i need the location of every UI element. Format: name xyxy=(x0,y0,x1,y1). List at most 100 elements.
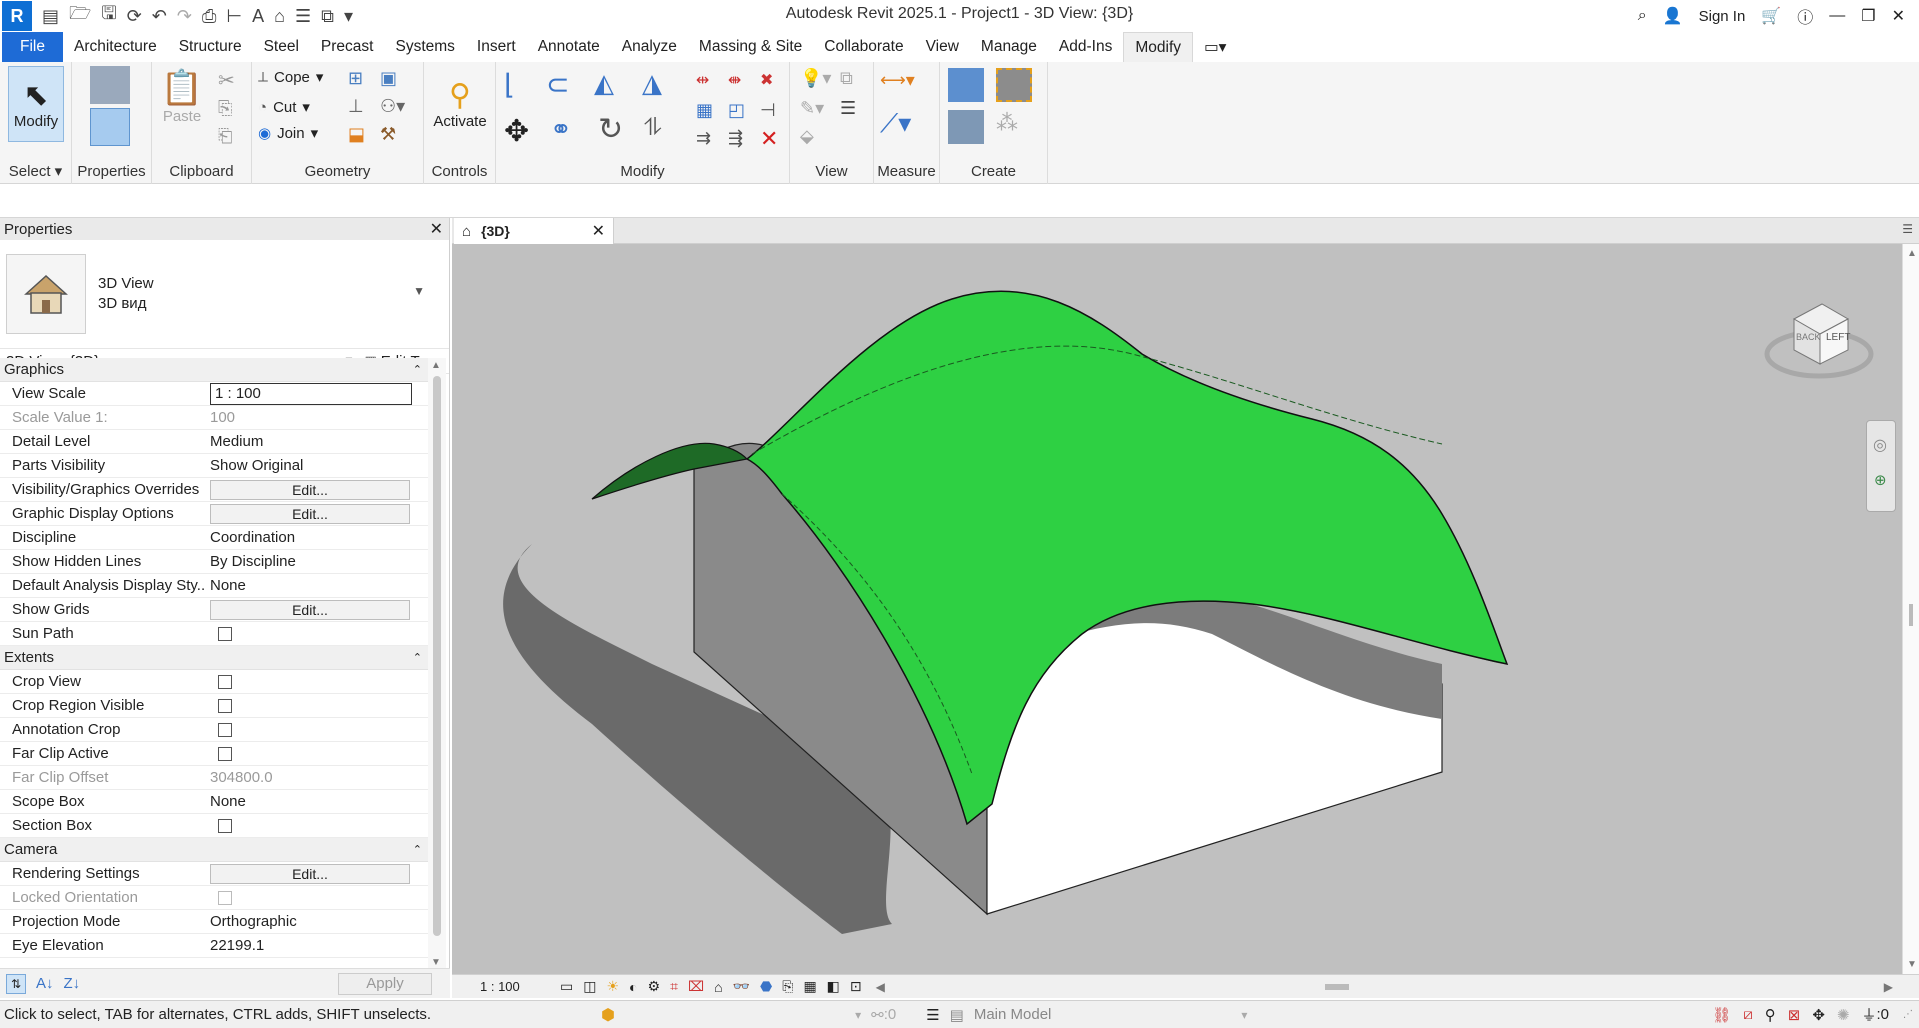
apply-button[interactable]: Apply xyxy=(338,973,432,995)
trim-multiple-icon[interactable]: ⇶ xyxy=(728,128,743,149)
wall-joins-icon[interactable]: ⊥ xyxy=(348,96,364,117)
split-with-gap-icon[interactable]: ⇼ xyxy=(728,70,741,90)
override-graphics-icon[interactable]: 💡▾ xyxy=(800,68,831,89)
tab-list-icon[interactable]: ☰ xyxy=(1902,222,1913,236)
scroll-right-icon[interactable]: ▶ xyxy=(1884,980,1893,994)
property-checkbox[interactable] xyxy=(218,746,232,761)
linework-icon[interactable]: ✎▾ xyxy=(800,98,824,119)
steering-wheel-icon[interactable]: ◎ xyxy=(1873,435,1887,455)
collapse-icon[interactable]: ⌃ xyxy=(413,843,422,856)
modify-button[interactable]: ⬉ Modify xyxy=(8,66,64,142)
properties-icon[interactable] xyxy=(90,108,130,146)
property-value[interactable]: 22199.1 xyxy=(210,937,264,954)
rotate-icon[interactable]: ↻ xyxy=(598,112,623,147)
paint-icon[interactable]: ▣ xyxy=(380,68,397,89)
worksets-icon[interactable]: ⚯ xyxy=(871,1006,884,1024)
design-options-icon[interactable]: ⬢ xyxy=(601,1005,615,1025)
edit-button[interactable]: Edit... xyxy=(210,863,410,884)
mirror-pick-axis-icon[interactable]: ◭ xyxy=(594,68,614,99)
scroll-left-icon[interactable]: ◀ xyxy=(876,980,885,994)
tab-modify[interactable]: Modify xyxy=(1123,32,1193,62)
reveal-hidden-icon[interactable]: ⬣ xyxy=(760,978,772,995)
render-icon[interactable]: ⚙ xyxy=(648,978,661,995)
zoom-icon[interactable]: ⊕ xyxy=(1874,471,1887,489)
property-value[interactable]: By Discipline xyxy=(210,553,296,570)
section-extents[interactable]: Extents ⌃ xyxy=(0,646,428,670)
create-group-icon[interactable]: ⁂ xyxy=(996,110,1018,136)
3d-view-icon[interactable]: ⌂ xyxy=(274,6,285,27)
model-list-icon[interactable]: ☰ xyxy=(926,1006,939,1024)
model-icon[interactable]: ▤ xyxy=(950,1006,964,1024)
collapse-icon[interactable]: ⌃ xyxy=(413,363,422,376)
type-selector[interactable]: 3D View 3D вид ▼ xyxy=(0,240,449,348)
visual-style-icon[interactable]: ◫ xyxy=(583,978,596,995)
create-similar-icon[interactable] xyxy=(996,68,1032,102)
tab-file[interactable]: File xyxy=(2,32,63,62)
drawing-area[interactable]: LEFT BACK ◎ ⊕ xyxy=(452,244,1902,974)
sort-desc-icon[interactable]: Z↓ xyxy=(64,975,81,992)
revit-logo[interactable]: R xyxy=(2,1,32,31)
view-scale-input[interactable]: 1 : 100 xyxy=(210,382,412,405)
tab-insert[interactable]: Insert xyxy=(466,32,527,62)
sync-icon[interactable]: ⟳ xyxy=(127,6,142,27)
trim-single-icon[interactable]: ⇉ xyxy=(696,128,711,149)
create-assembly-icon[interactable] xyxy=(948,68,984,102)
constraints-icon[interactable]: ⊡ xyxy=(850,978,862,995)
create-parts-icon[interactable] xyxy=(948,110,984,144)
tab-massing-site[interactable]: Massing & Site xyxy=(688,32,813,62)
properties-scrollbar[interactable]: ▲ ▼ xyxy=(428,358,446,970)
section-camera[interactable]: Camera ⌃ xyxy=(0,838,428,862)
minimize-icon[interactable]: — xyxy=(1829,7,1845,25)
tab-3d-view[interactable]: ⌂ {3D} ✕ xyxy=(454,218,614,244)
tab-structure[interactable]: Structure xyxy=(168,32,253,62)
property-value[interactable]: Coordination xyxy=(210,529,295,546)
property-checkbox[interactable] xyxy=(218,722,232,737)
select-pinned-icon[interactable]: ⚲ xyxy=(1765,1006,1776,1024)
cut-geometry-button[interactable]: ◔ Cut ▾ xyxy=(258,98,310,117)
paint-view-icon[interactable]: ⬙ xyxy=(800,126,814,147)
select-links-icon[interactable]: ⛓ xyxy=(1712,1006,1731,1024)
crop-view-icon[interactable]: ⌗ xyxy=(670,978,678,995)
property-value[interactable]: None xyxy=(210,793,246,810)
thin-lines-icon[interactable]: ☰ xyxy=(295,6,311,27)
align-icon[interactable]: ⌊ xyxy=(504,68,515,101)
mirror-draw-axis-icon[interactable]: ◮ xyxy=(642,68,662,99)
tab-architecture[interactable]: Architecture xyxy=(63,32,168,62)
select-underlay-icon[interactable]: ⧄ xyxy=(1743,1006,1753,1023)
property-value[interactable]: Show Original xyxy=(210,457,303,474)
print-icon[interactable]: ⎙ xyxy=(202,6,216,27)
sign-in-link[interactable]: Sign In xyxy=(1699,8,1746,25)
search-icon[interactable]: ⌕ xyxy=(1638,7,1647,25)
tab-steel[interactable]: Steel xyxy=(253,32,310,62)
copy-icon[interactable]: ⎘ xyxy=(218,98,232,119)
property-checkbox[interactable] xyxy=(218,674,232,689)
paste-button[interactable]: 📋 Paste xyxy=(160,68,204,138)
tab-systems[interactable]: Systems xyxy=(384,32,465,62)
cut-icon[interactable]: ✂ xyxy=(218,68,235,93)
tab-view[interactable]: View xyxy=(915,32,970,62)
temp-properties-icon[interactable]: ⎘ xyxy=(782,978,793,995)
trim-extend-icon[interactable]: ⥮ xyxy=(644,114,661,142)
analytical-model-icon[interactable]: ◧ xyxy=(827,978,840,995)
split-element-icon[interactable]: ⇹ xyxy=(696,70,709,90)
edit-button[interactable]: Edit... xyxy=(210,479,410,500)
restore-icon[interactable]: ❐ xyxy=(1861,6,1875,26)
shadows-icon[interactable]: ◐ xyxy=(629,979,637,995)
line-styles-icon[interactable]: ☰ xyxy=(840,98,856,119)
sort-asc-icon[interactable]: A↓ xyxy=(36,975,54,992)
customize-qat-icon[interactable]: ▾ xyxy=(344,6,353,27)
redo-icon[interactable]: ↷ xyxy=(177,6,192,27)
tab-manage[interactable]: Manage xyxy=(970,32,1048,62)
type-dropdown-icon[interactable]: ▼ xyxy=(413,284,425,298)
measure-between-icon[interactable]: ⟷▾ xyxy=(880,70,915,91)
workset-dropdown-icon[interactable]: ▾ xyxy=(855,1008,861,1022)
view-scale[interactable]: 1 : 100 xyxy=(480,979,550,994)
array-icon[interactable]: ▦ xyxy=(696,100,713,121)
drag-elements-icon[interactable]: ✥ xyxy=(1812,1006,1825,1024)
horizontal-scroll-thumb[interactable] xyxy=(1324,983,1349,990)
cope-button[interactable]: ⟂ Cope ▾ xyxy=(258,68,323,87)
close-properties-icon[interactable]: ✕ xyxy=(430,219,443,239)
match-properties-icon[interactable]: ⎗ xyxy=(218,126,232,147)
offset-icon[interactable]: ⊂ xyxy=(546,68,569,101)
switch-windows-icon[interactable]: ⧉ xyxy=(321,6,334,27)
